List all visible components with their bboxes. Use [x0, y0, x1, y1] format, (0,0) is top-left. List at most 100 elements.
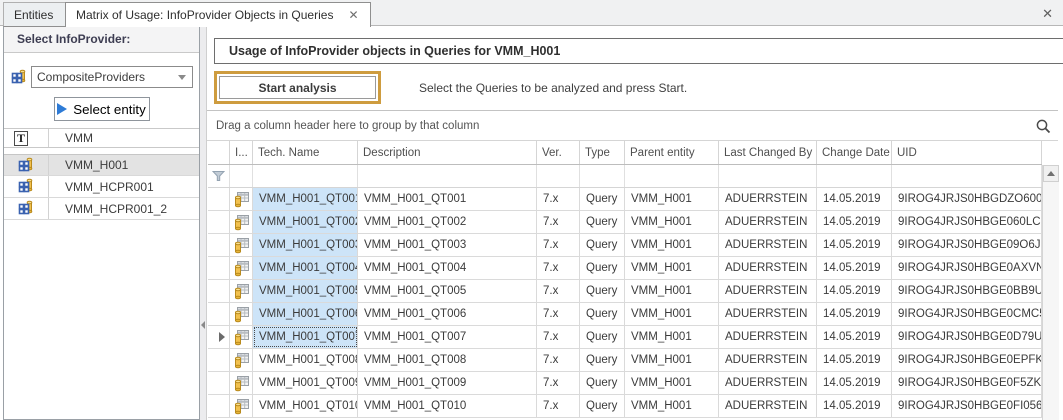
cell-description[interactable]: VMM_H001_QT008 [358, 349, 537, 371]
infoprovider-filter-row[interactable]: T VMM [4, 129, 199, 148]
cell-version[interactable]: 7.x [537, 257, 580, 279]
vertical-scrollbar[interactable] [1042, 165, 1059, 420]
cell-uid[interactable]: 9IROG4JRJS0HBGE0FI0567... [892, 395, 1042, 417]
cell-change-date[interactable]: 14.05.2019 [817, 395, 892, 417]
cell-change-date[interactable]: 14.05.2019 [817, 188, 892, 210]
query-row[interactable]: VMM_H001_QT001VMM_H001_QT0017.xQueryVMM_… [208, 188, 1042, 211]
cell-version[interactable]: 7.x [537, 372, 580, 394]
cell-tech-name[interactable]: VMM_H001_QT003 [253, 234, 358, 256]
cell-last-changed-by[interactable]: ADUERRSTEIN [719, 349, 817, 371]
filter-cell[interactable] [892, 165, 1042, 187]
column-header-type[interactable]: Type [580, 141, 625, 164]
query-row[interactable]: VMM_H001_QT006VMM_H001_QT0067.xQueryVMM_… [208, 303, 1042, 326]
panel-splitter[interactable] [200, 26, 207, 420]
cell-last-changed-by[interactable]: ADUERRSTEIN [719, 372, 817, 394]
cell-last-changed-by[interactable]: ADUERRSTEIN [719, 211, 817, 233]
cell-tech-name[interactable]: VMM_H001_QT009 [253, 372, 358, 394]
cell-uid[interactable]: 9IROG4JRJS0HBGE0CMC5... [892, 303, 1042, 325]
column-header-change-date[interactable]: Change Date [817, 141, 892, 164]
tab-matrix-of-usage[interactable]: Matrix of Usage: InfoProvider Objects in… [65, 2, 371, 27]
column-header-i[interactable]: I... [230, 141, 253, 164]
cell-type[interactable]: Query [580, 188, 625, 210]
cell-tech-name[interactable]: VMM_H001_QT005 [253, 280, 358, 302]
start-analysis-button[interactable]: Start analysis [219, 76, 376, 99]
column-header-uid[interactable]: UID [892, 141, 1042, 164]
cell-uid[interactable]: 9IROG4JRJS0HBGE060LCG... [892, 211, 1042, 233]
panel-close-icon[interactable]: ✕ [1039, 5, 1056, 23]
cell-uid[interactable]: 9IROG4JRJS0HBGDZO600... [892, 188, 1042, 210]
cell-last-changed-by[interactable]: ADUERRSTEIN [719, 303, 817, 325]
cell-last-changed-by[interactable]: ADUERRSTEIN [719, 280, 817, 302]
filter-cell[interactable] [625, 165, 719, 187]
cell-description[interactable]: VMM_H001_QT007 [358, 326, 537, 348]
tab-matrix-close-icon[interactable]: ✕ [345, 8, 361, 22]
cell-uid[interactable]: 9IROG4JRJS0HBGE0EPFK2... [892, 349, 1042, 371]
infoprovider-list-item[interactable]: VMM_HCPR001 [4, 176, 199, 198]
query-row[interactable]: VMM_H001_QT009VMM_H001_QT0097.xQueryVMM_… [208, 372, 1042, 395]
group-by-panel[interactable]: Drag a column header here to group by th… [207, 111, 1058, 141]
cell-last-changed-by[interactable]: ADUERRSTEIN [719, 188, 817, 210]
filter-cell[interactable] [230, 165, 253, 187]
cell-last-changed-by[interactable]: ADUERRSTEIN [719, 395, 817, 417]
cell-tech-name[interactable]: VMM_H001_QT002 [253, 211, 358, 233]
query-row[interactable]: VMM_H001_QT008VMM_H001_QT0087.xQueryVMM_… [208, 349, 1042, 372]
cell-last-changed-by[interactable]: ADUERRSTEIN [719, 257, 817, 279]
cell-type[interactable]: Query [580, 257, 625, 279]
cell-description[interactable]: VMM_H001_QT009 [358, 372, 537, 394]
cell-change-date[interactable]: 14.05.2019 [817, 303, 892, 325]
cell-type[interactable]: Query [580, 234, 625, 256]
collapse-left-icon[interactable] [201, 321, 205, 329]
cell-parent-entity[interactable]: VMM_H001 [625, 395, 719, 417]
filter-cell[interactable] [817, 165, 892, 187]
cell-uid[interactable]: 9IROG4JRJS0HBGE0F5ZKC... [892, 372, 1042, 394]
cell-change-date[interactable]: 14.05.2019 [817, 257, 892, 279]
infoprovider-list-item[interactable]: VMM_HCPR001_2 [4, 198, 199, 220]
cell-parent-entity[interactable]: VMM_H001 [625, 234, 719, 256]
cell-description[interactable]: VMM_H001_QT004 [358, 257, 537, 279]
cell-type[interactable]: Query [580, 326, 625, 348]
cell-version[interactable]: 7.x [537, 303, 580, 325]
column-header-last-changed-by[interactable]: Last Changed By [719, 141, 817, 164]
infoprovider-filter-input[interactable]: VMM [49, 131, 93, 145]
cell-type[interactable]: Query [580, 349, 625, 371]
cell-type[interactable]: Query [580, 372, 625, 394]
query-row[interactable]: VMM_H001_QT005VMM_H001_QT0057.xQueryVMM_… [208, 280, 1042, 303]
cell-uid[interactable]: 9IROG4JRJS0HBGE0D79U6... [892, 326, 1042, 348]
filter-cell[interactable] [253, 165, 358, 187]
cell-type[interactable]: Query [580, 395, 625, 417]
cell-version[interactable]: 7.x [537, 211, 580, 233]
query-row[interactable]: VMM_H001_QT002VMM_H001_QT0027.xQueryVMM_… [208, 211, 1042, 234]
column-header-tech-name[interactable]: Tech. Name [253, 141, 358, 164]
cell-description[interactable]: VMM_H001_QT002 [358, 211, 537, 233]
query-row[interactable]: VMM_H001_QT003VMM_H001_QT0037.xQueryVMM_… [208, 234, 1042, 257]
cell-description[interactable]: VMM_H001_QT005 [358, 280, 537, 302]
column-header-ver[interactable]: Ver. [537, 141, 580, 164]
query-row[interactable]: VMM_H001_QT007VMM_H001_QT0077.xQueryVMM_… [208, 326, 1042, 349]
cell-description[interactable]: VMM_H001_QT010 [358, 395, 537, 417]
filter-cell[interactable] [358, 165, 537, 187]
cell-description[interactable]: VMM_H001_QT001 [358, 188, 537, 210]
filter-cell[interactable] [580, 165, 625, 187]
filter-cell[interactable] [719, 165, 817, 187]
cell-tech-name[interactable]: VMM_H001_QT007 [253, 326, 358, 348]
cell-parent-entity[interactable]: VMM_H001 [625, 372, 719, 394]
cell-tech-name[interactable]: VMM_H001_QT010 [253, 395, 358, 417]
cell-parent-entity[interactable]: VMM_H001 [625, 349, 719, 371]
cell-change-date[interactable]: 14.05.2019 [817, 234, 892, 256]
cell-tech-name[interactable]: VMM_H001_QT006 [253, 303, 358, 325]
cell-parent-entity[interactable]: VMM_H001 [625, 280, 719, 302]
cell-tech-name[interactable]: VMM_H001_QT008 [253, 349, 358, 371]
cell-tech-name[interactable]: VMM_H001_QT004 [253, 257, 358, 279]
select-entity-button[interactable]: Select entity [54, 97, 150, 121]
cell-parent-entity[interactable]: VMM_H001 [625, 257, 719, 279]
scroll-up-button[interactable] [1043, 165, 1059, 182]
cell-version[interactable]: 7.x [537, 188, 580, 210]
cell-change-date[interactable]: 14.05.2019 [817, 211, 892, 233]
cell-parent-entity[interactable]: VMM_H001 [625, 188, 719, 210]
cell-version[interactable]: 7.x [537, 395, 580, 417]
cell-last-changed-by[interactable]: ADUERRSTEIN [719, 326, 817, 348]
cell-uid[interactable]: 9IROG4JRJS0HBGE09O6JM... [892, 234, 1042, 256]
cell-type[interactable]: Query [580, 211, 625, 233]
cell-parent-entity[interactable]: VMM_H001 [625, 211, 719, 233]
cell-type[interactable]: Query [580, 280, 625, 302]
